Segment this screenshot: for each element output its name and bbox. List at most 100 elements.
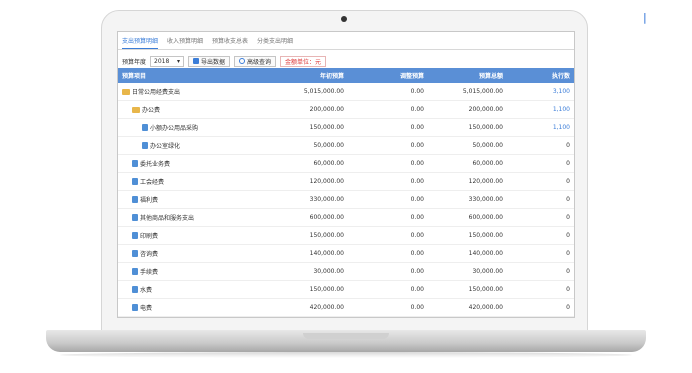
table-row[interactable]: 福利费 330,000.00 0.00 330,000.00 0	[118, 191, 574, 209]
row-name: 印刷费	[140, 233, 159, 240]
row-name: 其他商品和服务支出	[140, 215, 195, 222]
budget-table: 预算项目 年初预算 调整预算 预算总额 执行数 日常公用经费支出 5,015,00…	[118, 68, 574, 317]
total-budget-cell: 60,000.00	[472, 160, 503, 167]
header-name[interactable]: 预算项目	[118, 71, 272, 80]
total-budget-cell: 600,000.00	[468, 214, 503, 221]
file-icon	[142, 142, 148, 149]
initial-budget-cell: 60,000.00	[313, 160, 344, 167]
total-budget-cell: 30,000.00	[472, 268, 503, 275]
file-icon	[132, 286, 138, 293]
row-name: 小额办公用品采购	[150, 125, 199, 132]
laptop-mockup: | 支出预算明细 收入预算明细 预算收支总表 分类支出明细 预算年度 2018 …	[0, 0, 692, 373]
table-row[interactable]: 电费 420,000.00 0.00 420,000.00 0	[118, 299, 574, 317]
export-label: 导出数据	[201, 58, 226, 66]
adjust-budget-cell: 0.00	[410, 124, 424, 131]
initial-budget-cell: 50,000.00	[313, 142, 344, 149]
row-name-cell: 水费	[118, 285, 272, 294]
executed-cell: 0	[566, 160, 570, 167]
row-name-cell: 福利费	[118, 195, 272, 204]
table-header: 预算项目 年初预算 调整预算 预算总额 执行数	[118, 68, 574, 83]
table-row[interactable]: 委托业务费 60,000.00 0.00 60,000.00 0	[118, 155, 574, 173]
row-name-cell: 日常公用经费支出	[118, 87, 272, 96]
year-select[interactable]: 2018 ▾	[150, 55, 185, 67]
adjust-budget-cell: 0.00	[410, 268, 424, 275]
row-name: 水费	[140, 287, 153, 294]
adjust-budget-cell: 0.00	[410, 142, 424, 149]
initial-budget-cell: 150,000.00	[309, 232, 344, 239]
file-icon	[132, 160, 138, 167]
header-total[interactable]: 预算总额	[430, 71, 509, 80]
toolbar: 预算年度 2018 ▾ 导出数据 高级查询 金额单位：元	[122, 54, 327, 68]
initial-budget-cell: 600,000.00	[309, 214, 344, 221]
initial-budget-cell: 5,015,000.00	[303, 88, 344, 95]
header-initial[interactable]: 年初预算	[272, 71, 350, 80]
row-name-cell: 办公费	[118, 105, 272, 114]
row-name-cell: 小额办公用品采购	[118, 123, 272, 132]
unit-badge: 金额单位：元	[280, 55, 327, 67]
executed-cell: 0	[566, 286, 570, 293]
table-row[interactable]: 水费 150,000.00 0.00 150,000.00 0	[118, 281, 574, 299]
year-label: 预算年度	[122, 58, 147, 66]
row-name-cell: 电费	[118, 303, 272, 312]
adjust-budget-cell: 0.00	[410, 286, 424, 293]
tab-expense-detail[interactable]: 支出预算明细	[122, 36, 159, 49]
executed-cell: 0	[566, 214, 570, 221]
row-name: 日常公用经费支出	[132, 89, 181, 96]
search-icon	[239, 58, 246, 64]
camera-dot	[341, 16, 347, 22]
row-name: 工会经费	[140, 179, 165, 186]
table-row[interactable]: 其他商品和服务支出 600,000.00 0.00 600,000.00 0	[118, 209, 574, 227]
total-budget-cell: 150,000.00	[468, 286, 503, 293]
adjust-budget-cell: 0.00	[410, 304, 424, 311]
table-row[interactable]: 日常公用经费支出 5,015,000.00 0.00 5,015,000.00 3,10…	[118, 83, 574, 101]
file-icon	[132, 268, 138, 275]
total-budget-cell: 200,000.00	[468, 106, 503, 113]
row-name: 福利费	[140, 197, 159, 204]
table-row[interactable]: 工会经费 120,000.00 0.00 120,000.00 0	[118, 173, 574, 191]
adjust-budget-cell: 0.00	[410, 178, 424, 185]
initial-budget-cell: 420,000.00	[309, 304, 344, 311]
table-row[interactable]: 印刷费 150,000.00 0.00 150,000.00 0	[118, 227, 574, 245]
tab-bar: 支出预算明细 收入预算明细 预算收支总表 分类支出明细	[118, 36, 574, 50]
initial-budget-cell: 330,000.00	[309, 196, 344, 203]
tab-income-detail[interactable]: 收入预算明细	[167, 36, 203, 49]
executed-cell: 0	[566, 178, 570, 185]
executed-cell: 0	[566, 232, 570, 239]
total-budget-cell: 150,000.00	[468, 232, 503, 239]
row-name: 电费	[140, 305, 153, 312]
tab-summary[interactable]: 预算收支总表	[212, 36, 248, 49]
total-budget-cell: 150,000.00	[468, 124, 503, 131]
adjust-budget-cell: 0.00	[410, 196, 424, 203]
tab-category-detail[interactable]: 分类支出明细	[257, 36, 293, 49]
row-name: 手续费	[140, 269, 159, 276]
total-budget-cell: 330,000.00	[468, 196, 503, 203]
row-name-cell: 咨询费	[118, 249, 272, 258]
export-button[interactable]: 导出数据	[188, 55, 231, 67]
table-row[interactable]: 咨询费 140,000.00 0.00 140,000.00 0	[118, 245, 574, 263]
initial-budget-cell: 200,000.00	[309, 106, 344, 113]
adjust-budget-cell: 0.00	[410, 250, 424, 257]
row-name: 咨询费	[140, 251, 159, 258]
chevron-down-icon: ▾	[177, 57, 181, 65]
table-row[interactable]: 小额办公用品采购 150,000.00 0.00 150,000.00 1,100	[118, 119, 574, 137]
executed-cell: 0	[566, 250, 570, 257]
table-row[interactable]: 办公室绿化 50,000.00 0.00 50,000.00 0	[118, 137, 574, 155]
total-budget-cell: 120,000.00	[468, 178, 503, 185]
export-icon	[193, 58, 200, 64]
header-executed[interactable]: 执行数	[509, 71, 574, 80]
adjust-budget-cell: 0.00	[410, 232, 424, 239]
laptop-base-notch	[303, 333, 389, 339]
row-name-cell: 委托业务费	[118, 159, 272, 168]
executed-cell: 1,100	[552, 106, 570, 113]
table-row[interactable]: 手续费 30,000.00 0.00 30,000.00 0	[118, 263, 574, 281]
corner-mark: |	[643, 11, 647, 24]
file-icon	[142, 124, 148, 131]
file-icon	[132, 196, 138, 203]
laptop-shadow	[60, 352, 632, 358]
header-adjust[interactable]: 调整预算	[350, 71, 430, 80]
table-row[interactable]: 办公费 200,000.00 0.00 200,000.00 1,100	[118, 101, 574, 119]
file-icon	[132, 304, 138, 311]
adjust-budget-cell: 0.00	[410, 160, 424, 167]
advanced-search-button[interactable]: 高级查询	[234, 55, 277, 67]
initial-budget-cell: 150,000.00	[309, 286, 344, 293]
